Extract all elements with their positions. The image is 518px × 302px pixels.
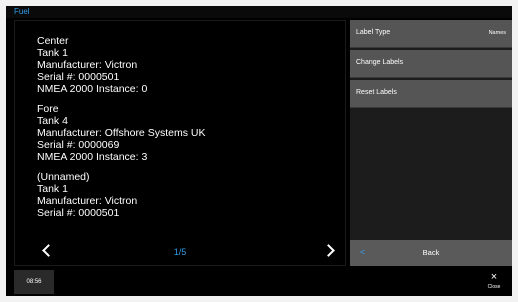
tank-location: Fore bbox=[37, 103, 59, 115]
label-type-label: Label Type bbox=[356, 29, 391, 36]
change-labels-label: Change Labels bbox=[356, 59, 404, 66]
label-type-button[interactable]: Label Type Names bbox=[350, 20, 512, 48]
page-indicator: 1/5 bbox=[173, 247, 187, 257]
side-menu: Label Type Names Change Labels Reset Lab… bbox=[350, 20, 512, 266]
tank-serial: Serial #: 0000501 bbox=[37, 207, 120, 219]
back-label: Back bbox=[422, 248, 440, 257]
label-type-value: Names bbox=[488, 30, 506, 36]
close-label: Close bbox=[487, 284, 501, 290]
title-bar: Fuel bbox=[6, 6, 512, 18]
tank-entry: Center Tank 1 Manufacturer: Victron Seri… bbox=[37, 35, 337, 95]
page-title: Fuel bbox=[14, 7, 30, 16]
close-icon: × bbox=[490, 271, 498, 283]
tank-manufacturer: Manufacturer: Victron bbox=[37, 59, 138, 71]
tank-entry: (Unnamed) Tank 1 Manufacturer: Victron S… bbox=[37, 171, 337, 219]
tank-serial: Serial #: 0000069 bbox=[37, 139, 120, 151]
change-labels-button[interactable]: Change Labels bbox=[350, 50, 512, 78]
fuel-screen: Fuel Center Tank 1 Manufacturer: Victron… bbox=[6, 6, 512, 296]
next-page-button[interactable] bbox=[321, 239, 339, 259]
reset-labels-label: Reset Labels bbox=[356, 89, 397, 96]
tank-instance: NMEA 2000 Instance: 0 bbox=[37, 83, 148, 95]
tank-list-panel: Center Tank 1 Manufacturer: Victron Seri… bbox=[14, 20, 346, 266]
tank-instance: NMEA 2000 Instance: 3 bbox=[37, 151, 148, 163]
back-button[interactable]: < Back bbox=[350, 240, 512, 266]
footer-bar: 08:56 × Close bbox=[6, 268, 512, 296]
tank-location: (Unnamed) bbox=[37, 171, 90, 183]
clock: 08:56 bbox=[14, 270, 54, 294]
tank-number: Tank 4 bbox=[37, 115, 68, 127]
tank-location: Center bbox=[37, 35, 69, 47]
reset-labels-button[interactable]: Reset Labels bbox=[350, 80, 512, 108]
close-button[interactable]: × Close bbox=[482, 268, 506, 296]
tank-number: Tank 1 bbox=[37, 47, 68, 59]
tank-serial: Serial #: 0000501 bbox=[37, 71, 120, 83]
chevron-right-icon bbox=[321, 244, 335, 257]
tank-number: Tank 1 bbox=[37, 183, 68, 195]
tank-manufacturer: Manufacturer: Offshore Systems UK bbox=[37, 127, 206, 139]
tank-entry: Fore Tank 4 Manufacturer: Offshore Syste… bbox=[37, 103, 337, 163]
tank-manufacturer: Manufacturer: Victron bbox=[37, 195, 138, 207]
